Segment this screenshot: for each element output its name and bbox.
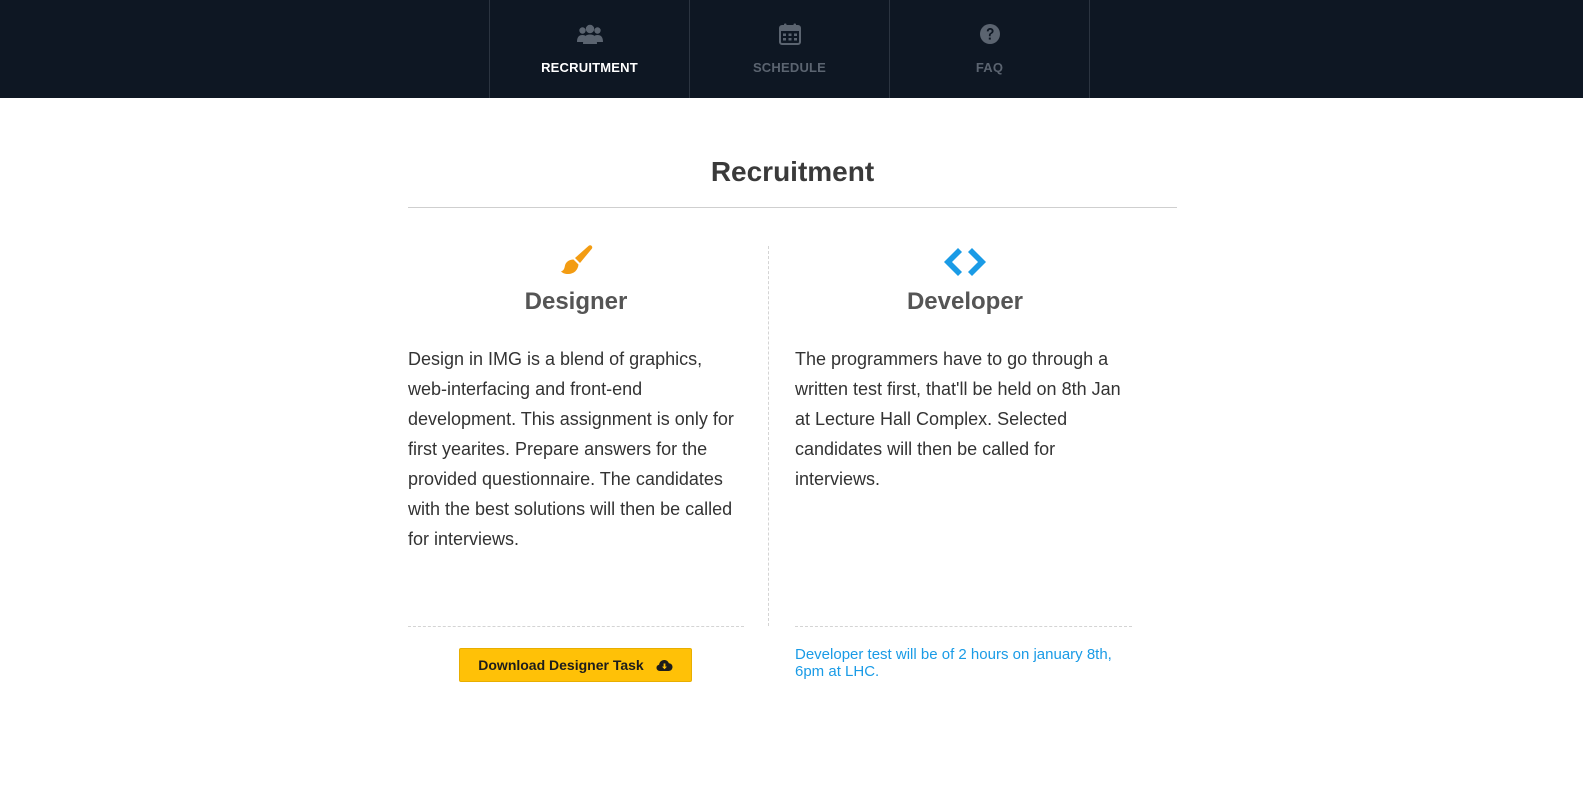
download-button-label: Download Designer Task <box>478 657 644 673</box>
column-divider <box>768 246 769 626</box>
nav-item-label: SCHEDULE <box>752 60 827 75</box>
designer-title: Designer <box>524 288 628 315</box>
page-title: Recruitment <box>710 156 875 187</box>
calendar-icon <box>777 22 803 46</box>
designer-description: Design in IMG is a blend of graphics, we… <box>408 349 734 549</box>
code-icon <box>940 244 990 280</box>
designer-footer-divider <box>408 626 744 627</box>
nav-item-label: FAQ <box>975 60 1004 75</box>
download-designer-task-button[interactable]: Download Designer Task <box>459 648 692 682</box>
designer-column: Designer Design in IMG is a blend of gra… <box>408 244 744 554</box>
nav-item-recruitment[interactable]: RECRUITMENT <box>490 0 690 98</box>
nav-item-schedule[interactable]: SCHEDULE <box>690 0 890 98</box>
title-divider <box>408 207 1177 208</box>
cloud-download-icon <box>656 659 673 672</box>
nav-item-label: RECRUITMENT <box>541 60 638 75</box>
users-icon <box>576 22 603 46</box>
developer-description: The programmers have to go through a wri… <box>795 349 1121 489</box>
main-nav: RECRUITMENT SCHEDULE FAQ <box>489 0 1090 98</box>
question-circle-icon <box>977 22 1003 46</box>
top-navbar: RECRUITMENT SCHEDULE FAQ <box>0 0 1583 98</box>
developer-column: Developer The programmers have to go thr… <box>795 244 1135 494</box>
nav-item-faq[interactable]: FAQ <box>890 0 1090 98</box>
developer-title: Developer <box>906 288 1024 315</box>
developer-footer-divider <box>795 626 1132 627</box>
developer-test-note: Developer test will be of 2 hours on jan… <box>795 646 1112 680</box>
paintbrush-icon <box>558 244 594 280</box>
